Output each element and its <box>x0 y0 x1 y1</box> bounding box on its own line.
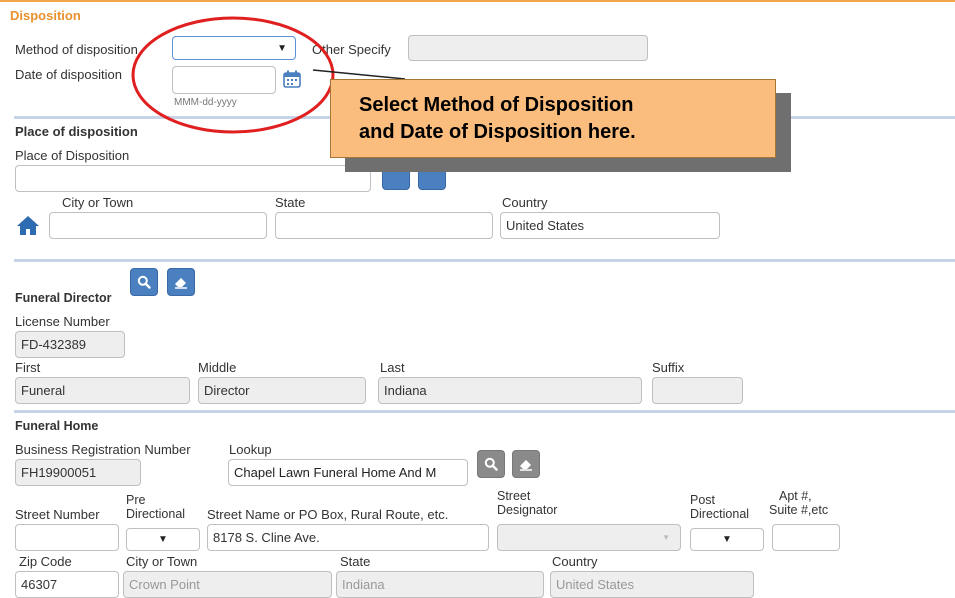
highlight-circle <box>131 16 335 134</box>
callout-line1: Select Method of Disposition <box>359 94 634 116</box>
callout-line2: and Date of Disposition here. <box>359 121 636 143</box>
callout-box: Select Method of Disposition and Date of… <box>330 79 776 158</box>
callout-pointer <box>312 69 406 80</box>
